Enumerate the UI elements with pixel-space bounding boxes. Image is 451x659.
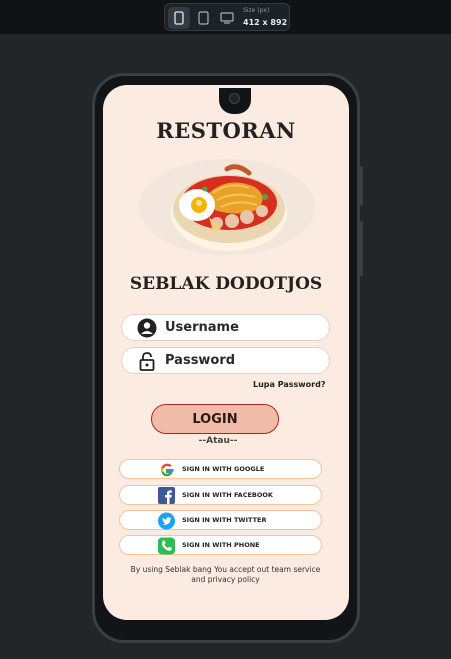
mobile-view-button[interactable] [168,7,190,29]
password-placeholder: Password [165,353,236,368]
desktop-icon [220,12,234,24]
google-icon [158,461,175,478]
login-button[interactable]: LOGIN [151,404,279,434]
google-signin-label: SIGN IN WITH GOOGLE [182,465,265,473]
or-separator: --Atau-- [198,436,238,446]
tablet-icon [197,11,209,25]
desktop-view-button[interactable] [216,7,238,29]
power-button [360,221,363,276]
google-signin-button[interactable]: SIGN IN WITH GOOGLE [119,459,322,479]
facebook-signin-button[interactable]: SIGN IN WITH FACEBOOK [119,485,322,505]
device-switcher: Size (px) 412 x 892 [164,3,290,31]
restaurant-name: SEBLAK DODOTJOS [129,274,323,294]
camera-icon [229,93,240,104]
facebook-icon [158,487,175,504]
twitter-signin-button[interactable]: SIGN IN WITH TWITTER [119,510,322,530]
preview-toolbar: Size (px) 412 x 892 [0,0,451,34]
mobile-icon [174,11,184,25]
app-screen: RESTORAN SEBLAK DODOTJOS Username Passwo… [103,85,349,620]
user-icon [137,318,157,338]
phone-icon [158,537,175,554]
size-value: 412 x 892 [243,18,288,27]
twitter-icon [158,512,175,529]
phone-frame: RESTORAN SEBLAK DODOTJOS Username Passwo… [92,73,363,643]
app-title: RESTORAN [156,118,296,143]
forgot-password-link[interactable]: Lupa Password? [253,380,325,389]
facebook-signin-label: SIGN IN WITH FACEBOOK [182,491,273,499]
password-field[interactable]: Password [121,347,330,374]
username-field[interactable]: Username [121,314,330,341]
tablet-view-button[interactable] [192,7,214,29]
lock-icon [137,351,157,371]
seblak-bowl-image [139,159,315,255]
phone-signin-label: SIGN IN WITH PHONE [182,541,260,549]
terms-text: By using Seblak bang You accept out team… [130,565,321,584]
volume-button [360,166,363,206]
twitter-signin-label: SIGN IN WITH TWITTER [182,516,267,524]
username-placeholder: Username [165,320,239,335]
notch [219,88,251,114]
phone-signin-button[interactable]: SIGN IN WITH PHONE [119,535,322,555]
size-label: Size (px) [243,7,270,14]
